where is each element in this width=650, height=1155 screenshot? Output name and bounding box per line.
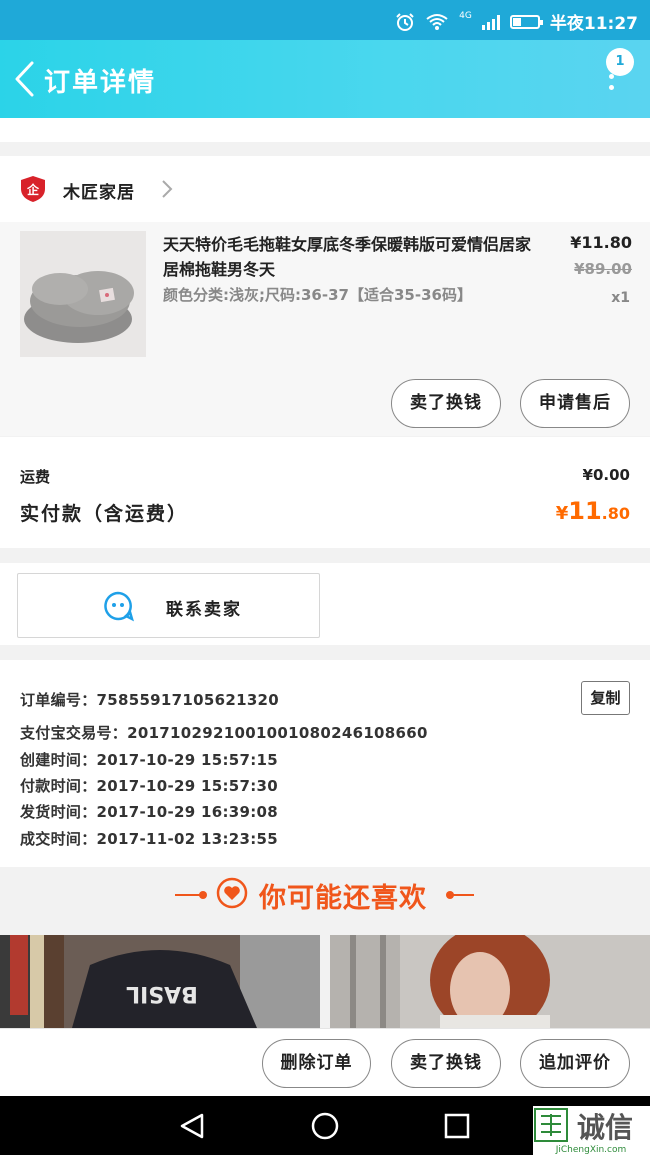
watermark-sub-text: JiChengXin.com <box>555 1145 627 1155</box>
product-original-price: ¥89.00 <box>574 260 632 278</box>
paid-amount: ¥11.80 <box>556 497 630 525</box>
status-icons: 4G 半夜11:27 <box>395 9 638 34</box>
order-number: 订单编号：75855917105621320 <box>20 691 280 709</box>
shop-name[interactable]: 木匠家居 <box>63 178 135 203</box>
completed-time: 成交时间：2017-11-02 13:23:55 <box>20 830 278 848</box>
signal-icon <box>481 14 500 30</box>
product-spec: 颜色分类:浅灰;尺码:36-37【适合35-36码】 <box>163 286 472 304</box>
delete-order-button[interactable]: 删除订单 <box>262 1039 371 1088</box>
page-title: 订单详情 <box>44 68 157 98</box>
recommend-photo-2[interactable] <box>330 935 650 1035</box>
nav-recents-icon[interactable] <box>444 1113 470 1139</box>
after-sale-button[interactable]: 申请售后 <box>520 379 630 428</box>
shipping-value: ¥0.00 <box>582 466 630 484</box>
contact-seller-label: 联系卖家 <box>166 600 242 620</box>
recommend-photo-1[interactable]: BASIL <box>0 935 320 1035</box>
app-header: 订单详情 1 <box>0 40 650 118</box>
chat-bubble-icon <box>104 591 134 622</box>
chevron-right-icon <box>162 180 173 198</box>
shipped-time: 发货时间：2017-10-29 16:39:08 <box>20 803 278 821</box>
slipper-image <box>20 231 146 357</box>
sweater-print-text: BASIL <box>126 981 198 1006</box>
add-review-button[interactable]: 追加评价 <box>520 1039 630 1088</box>
product-quantity: x1 <box>611 290 630 306</box>
paid-decimal: .80 <box>601 504 630 523</box>
photo-woman-image <box>330 935 650 1035</box>
recommend-dot-left <box>199 891 207 899</box>
notification-badge[interactable]: 1 <box>606 48 634 76</box>
contact-seller-button[interactable]: 联系卖家 <box>17 573 320 638</box>
recommend-title: 你可能还喜欢 <box>259 883 427 914</box>
copy-button[interactable]: 复制 <box>581 681 630 715</box>
nav-back-icon[interactable] <box>178 1112 206 1140</box>
shop-row[interactable]: 企 木匠家居 <box>0 156 650 222</box>
paid-symbol: ¥ <box>555 503 569 524</box>
watermark-logo-text: 诚信 <box>577 1111 633 1144</box>
product-thumbnail[interactable] <box>20 231 146 357</box>
paid-time: 付款时间：2017-10-29 15:57:30 <box>20 777 278 795</box>
bottom-action-bar: 删除订单 卖了换钱 追加评价 <box>0 1028 650 1096</box>
alipay-number: 支付宝交易号：2017102921001001080246108660 <box>20 724 428 742</box>
top-spacer <box>0 118 650 142</box>
status-time: 半夜11:27 <box>549 14 638 34</box>
status-bar: 4G 半夜11:27 <box>0 0 650 40</box>
order-info: 订单编号：75855917105621320 复制 支付宝交易号：2017102… <box>0 660 650 867</box>
back-icon[interactable] <box>12 60 42 98</box>
fee-summary: 运费 ¥0.00 实付款（含运费） ¥11.80 <box>0 437 650 548</box>
battery-icon <box>509 14 543 29</box>
order-item[interactable]: 天天特价毛毛拖鞋女厚底冬季保暖韩版可爱情侣居家居棉拖鞋男冬天 颜色分类:浅灰;尺… <box>0 222 650 436</box>
paid-label: 实付款（含运费） <box>20 503 189 525</box>
photo-sweater-image: BASIL <box>0 935 320 1035</box>
recommend-line-right <box>448 894 474 896</box>
watermark-logo: 诚信 JiChengXin.com <box>533 1106 650 1155</box>
product-price: ¥11.80 <box>570 233 632 252</box>
product-title[interactable]: 天天特价毛毛拖鞋女厚底冬季保暖韩版可爱情侣居家居棉拖鞋男冬天 <box>163 232 533 282</box>
created-time: 创建时间：2017-10-29 15:57:15 <box>20 751 278 769</box>
shipping-label: 运费 <box>20 468 51 486</box>
more-menu-icon[interactable] <box>609 74 614 90</box>
shop-logo-text: 企 <box>26 182 40 197</box>
nav-home-icon[interactable] <box>310 1111 340 1141</box>
recommend-header: 你可能还喜欢 <box>0 867 650 925</box>
bottom-sell-button[interactable]: 卖了换钱 <box>391 1039 501 1088</box>
shop-verified-icon: 企 <box>21 176 45 202</box>
heart-icon <box>216 877 248 909</box>
wifi-icon <box>426 13 448 30</box>
paid-integer: 11 <box>568 497 602 525</box>
contact-area: 联系卖家 <box>0 563 650 645</box>
alarm-icon <box>396 12 414 31</box>
sell-button[interactable]: 卖了换钱 <box>391 379 501 428</box>
network-label: 4G <box>459 10 472 21</box>
